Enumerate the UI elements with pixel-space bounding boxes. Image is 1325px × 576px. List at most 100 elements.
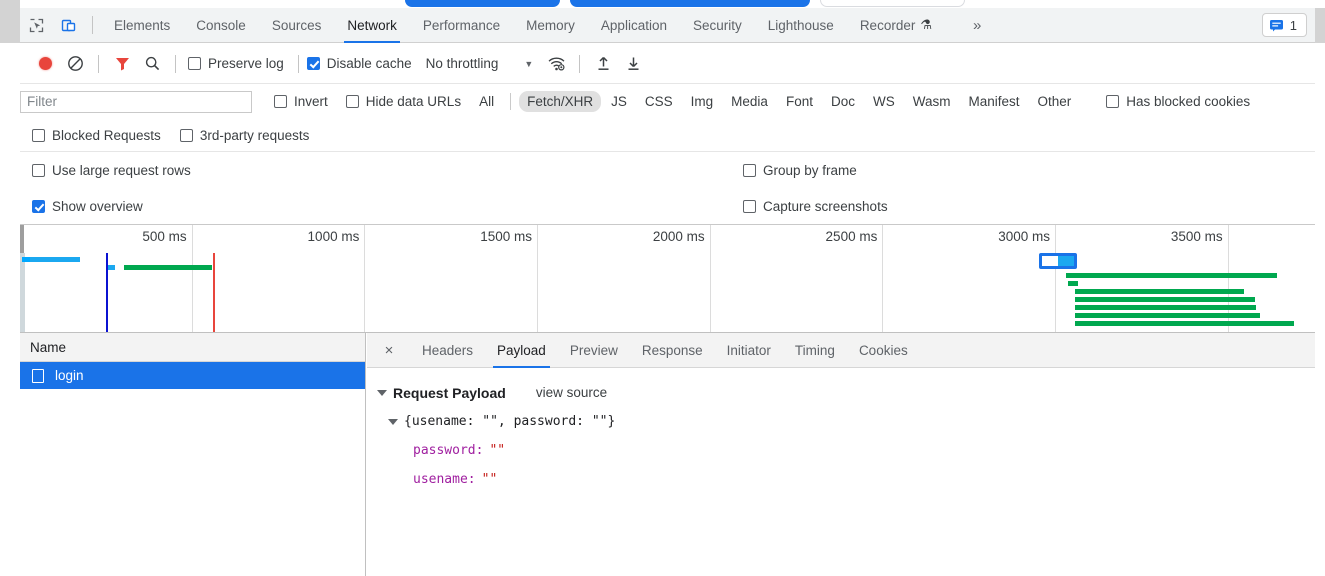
browser-tab-3[interactable] [820,0,965,7]
payload-property-value: "" [481,472,498,487]
filter-input[interactable] [20,90,252,113]
group-by-frame-box[interactable] [743,163,756,177]
preserve-log-checkbox[interactable]: Preserve log [188,56,284,71]
hide-data-urls-checkbox[interactable]: Hide data URLs [345,94,461,109]
more-tabs-icon[interactable]: » [963,12,991,38]
disable-cache-box[interactable] [306,57,320,70]
tab-memory[interactable]: Memory [513,8,588,43]
inspect-element-icon[interactable] [22,12,50,38]
tab-payload[interactable]: Payload [485,333,558,368]
filter-toggle-button[interactable] [107,51,137,77]
capture-screenshots-checkbox[interactable]: Capture screenshots [743,199,888,214]
payload-property-key: usename: [413,472,476,487]
network-toolbar: Preserve log Disable cache No throttling… [20,44,1315,84]
tab-timing[interactable]: Timing [783,333,847,368]
capture-screenshots-box[interactable] [743,199,756,213]
tab-recorder[interactable]: Recorder ⚗ [847,8,945,43]
chip-divider [510,93,512,110]
tab-label: Cookies [858,342,908,358]
network-conditions-button[interactable] [541,51,571,77]
clear-button[interactable] [60,51,90,77]
import-har-button[interactable] [588,51,618,77]
type-filter-other[interactable]: Other [1030,91,1080,112]
network-overview-timeline[interactable]: 500 ms 1000 ms 1500 ms 2000 ms 2500 ms 3000 m… [20,225,1315,333]
tab-network[interactable]: Network [334,8,410,43]
show-overview-box[interactable] [32,199,45,213]
close-icon[interactable]: × [376,337,402,363]
request-timing-bar [1074,305,1257,310]
blocked-requests-checkbox[interactable]: Blocked Requests [32,128,161,143]
type-filter-wasm[interactable]: Wasm [905,91,959,112]
disable-cache-checkbox[interactable]: Disable cache [306,56,412,71]
toolbar-divider [297,54,299,73]
invert-label: Invert [294,94,328,109]
use-large-request-rows-checkbox[interactable]: Use large request rows [32,163,191,178]
device-toolbar-icon[interactable] [54,12,82,38]
overview-selected-request-box[interactable] [1038,253,1077,269]
disable-cache-label: Disable cache [326,56,412,71]
type-filter-ws[interactable]: WS [865,91,903,112]
type-filter-manifest[interactable]: Manifest [960,91,1027,112]
issues-badge[interactable]: 1 [1261,13,1307,37]
throttling-dropdown[interactable]: No throttling ▼ [426,56,534,71]
preserve-log-box[interactable] [188,57,201,70]
hide-data-urls-box[interactable] [345,95,359,108]
group-by-frame-checkbox[interactable]: Group by frame [743,163,857,178]
record-button[interactable] [30,51,60,77]
column-header-name: Name [30,339,67,355]
browser-tab-1[interactable] [405,0,560,7]
tab-initiator[interactable]: Initiator [715,333,783,368]
type-filter-css[interactable]: CSS [637,91,681,112]
has-blocked-cookies-box[interactable] [1106,95,1120,108]
event-marker-line [106,253,109,332]
tab-label: Elements [114,17,171,33]
third-party-requests-box[interactable] [179,128,193,142]
tab-label: Timing [794,342,835,358]
has-blocked-cookies-checkbox[interactable]: Has blocked cookies [1106,94,1250,109]
capture-screenshots-row: Capture screenshots [743,188,888,224]
devtools-tab-bar: Elements Console Sources Network Perform… [0,7,1325,43]
tab-headers[interactable]: Headers [410,333,485,368]
tab-security[interactable]: Security [680,8,755,43]
type-filter-fetch-xhr[interactable]: Fetch/XHR [519,91,602,112]
request-timing-bar [1074,313,1260,318]
type-filter-media[interactable]: Media [723,91,776,112]
search-button[interactable] [137,51,167,77]
request-timing-bar [30,257,81,262]
disclosure-triangle-icon[interactable] [377,389,387,396]
tab-sources[interactable]: Sources [259,8,335,43]
view-source-link[interactable]: view source [536,385,607,400]
type-filter-doc[interactable]: Doc [823,91,863,112]
invert-box[interactable] [274,95,287,108]
table-row[interactable]: login [20,362,365,389]
show-overview-checkbox[interactable]: Show overview [32,199,143,214]
tab-preview[interactable]: Preview [558,333,630,368]
tab-label: Preview [569,342,618,358]
type-filter-img[interactable]: Img [683,91,722,112]
disclosure-triangle-icon[interactable] [388,418,398,425]
tab-application[interactable]: Application [588,8,680,43]
type-filter-all[interactable]: All [471,91,502,112]
toolbar-divider [98,54,99,73]
request-detail-panel: × Headers Payload Preview Response Initi… [367,333,1315,576]
blocked-requests-box[interactable] [32,128,45,142]
type-filter-font[interactable]: Font [778,91,821,112]
selected-bar-fill [1057,256,1074,266]
tab-response[interactable]: Response [630,333,715,368]
tab-performance[interactable]: Performance [410,8,513,43]
tab-lighthouse[interactable]: Lighthouse [755,8,847,43]
blocked-requests-label: Blocked Requests [52,127,161,143]
tab-cookies[interactable]: Cookies [847,333,920,368]
request-timing-bar [108,265,115,270]
use-large-request-rows-box[interactable] [32,163,45,177]
browser-tab-2[interactable] [570,0,810,7]
payload-property-row: usename: "" [367,465,1315,494]
tab-console[interactable]: Console [183,8,259,43]
export-har-button[interactable] [618,51,648,77]
third-party-requests-checkbox[interactable]: 3rd-party requests [179,128,309,143]
invert-checkbox[interactable]: Invert [274,94,328,109]
toolbar-divider [92,16,93,34]
tab-elements[interactable]: Elements [101,8,183,43]
payload-content: Request Payload view source {usename: ""… [367,368,1315,494]
type-filter-js[interactable]: JS [603,91,635,112]
